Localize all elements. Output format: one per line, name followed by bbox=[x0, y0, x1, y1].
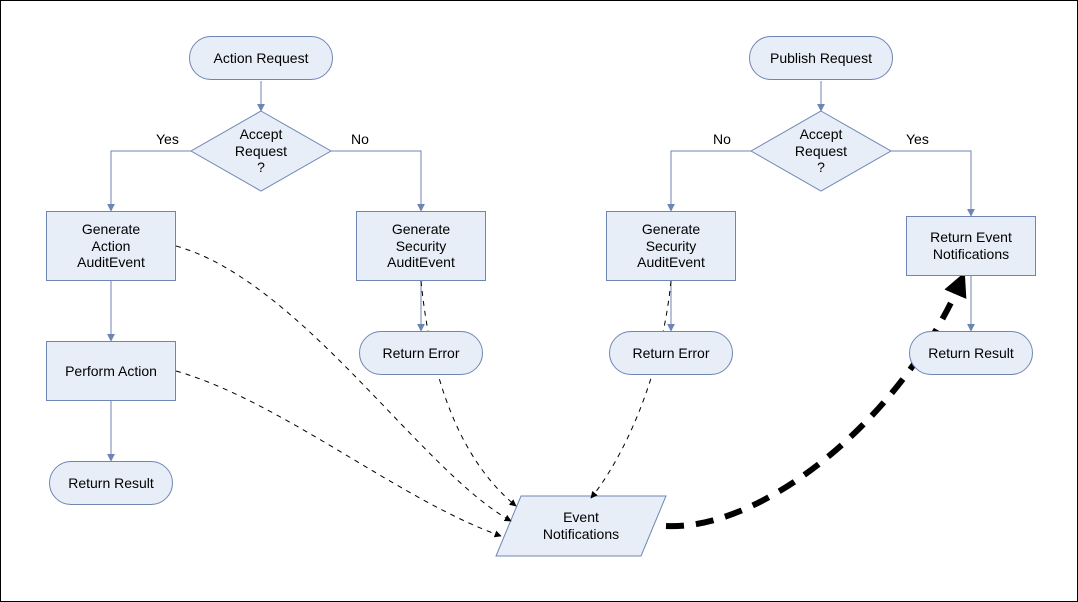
left-perform-label: Perform Action bbox=[65, 363, 157, 380]
left-yes-label: Yes bbox=[156, 131, 179, 147]
event-notifications-text-wrapper: Event Notifications bbox=[511, 499, 651, 553]
left-result-label: Return Result bbox=[68, 475, 154, 492]
left-yes-process-label: Generate Action AuditEvent bbox=[77, 221, 145, 271]
flowchart-canvas: Action Request Accept Request ? Yes No G… bbox=[0, 0, 1078, 602]
right-error-label: Return Error bbox=[632, 345, 709, 362]
right-decision-text-wrapper: Accept Request ? bbox=[771, 116, 871, 186]
left-error-label: Return Error bbox=[382, 345, 459, 362]
right-result-label: Return Result bbox=[928, 345, 1014, 362]
left-start-terminator: Action Request bbox=[189, 36, 333, 80]
right-yes-process-label: Return Event Notifications bbox=[930, 229, 1012, 263]
right-start-terminator: Publish Request bbox=[749, 36, 893, 80]
right-yes-process: Return Event Notifications bbox=[906, 216, 1036, 276]
left-decision-text-wrapper: Accept Request ? bbox=[211, 116, 311, 186]
left-start-label: Action Request bbox=[214, 50, 309, 67]
right-error-terminator: Return Error bbox=[609, 331, 733, 375]
right-no-process: Generate Security AuditEvent bbox=[606, 211, 736, 281]
right-no-process-label: Generate Security AuditEvent bbox=[637, 221, 705, 271]
right-decision-label: Accept Request ? bbox=[795, 126, 847, 176]
left-decision-label: Accept Request ? bbox=[235, 126, 287, 176]
left-result-terminator: Return Result bbox=[49, 461, 173, 505]
right-start-label: Publish Request bbox=[770, 50, 872, 67]
left-perform-process: Perform Action bbox=[46, 341, 176, 401]
left-no-process-label: Generate Security AuditEvent bbox=[387, 221, 455, 271]
left-error-terminator: Return Error bbox=[359, 331, 483, 375]
left-yes-process: Generate Action AuditEvent bbox=[46, 211, 176, 281]
right-result-terminator: Return Result bbox=[909, 331, 1033, 375]
right-yes-label: Yes bbox=[906, 131, 929, 147]
thick-dashed-arrow bbox=[666, 281, 961, 526]
dashed-connectors bbox=[176, 246, 671, 536]
left-no-label: No bbox=[351, 131, 369, 147]
event-notifications-label: Event Notifications bbox=[543, 509, 619, 543]
left-no-process: Generate Security AuditEvent bbox=[356, 211, 486, 281]
right-no-label: No bbox=[713, 131, 731, 147]
